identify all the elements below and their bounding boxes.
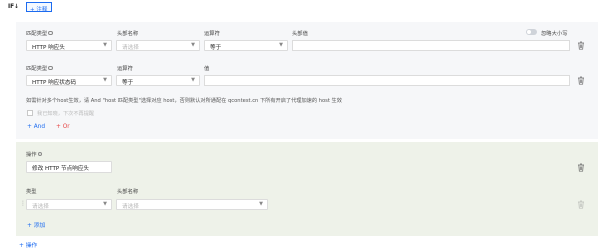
dont-remind-checkbox[interactable] — [27, 110, 33, 116]
match-type-value-1: HTTP 响应头 — [32, 44, 65, 51]
dont-remind-label: 我已知晓，下次不再提醒 — [37, 111, 95, 117]
header-value-input[interactable] — [292, 40, 570, 51]
match-type-select-2[interactable]: HTTP 响应状态码 ▼ — [26, 75, 112, 86]
operation-label: 操作 — [26, 150, 43, 158]
add-operation-button[interactable]: + 操作 — [19, 240, 37, 249]
action-header-name-label: 头部名称 — [117, 189, 139, 195]
operator-select-1[interactable]: 等于 ▼ — [204, 40, 288, 51]
chevron-down-icon: ▼ — [103, 201, 107, 207]
add-header-button[interactable]: + 添加 — [27, 220, 45, 229]
operation-value: 修改 HTTP 节点响应头 — [32, 165, 90, 172]
host-notice-text: 如需针对多个host生效，请 And "host 匹配类型"选择对应 host，… — [26, 98, 342, 104]
action-header-name-placeholder: 请选择 — [122, 203, 139, 210]
add-note-label: + 注释 — [30, 6, 48, 13]
operator-label-2: 运算符 — [117, 66, 133, 72]
header-name-placeholder-1: 请选择 — [122, 44, 139, 51]
header-name-label-1: 头部名称 — [117, 31, 139, 37]
match-type-select-1[interactable]: HTTP 响应头 ▼ — [26, 40, 112, 51]
action-panel — [16, 142, 598, 236]
type-placeholder: 请选择 — [32, 203, 49, 210]
type-label: 类型 — [26, 189, 37, 195]
add-or-button[interactable]: + Or — [56, 124, 70, 130]
info-icon — [37, 151, 43, 157]
match-type-label-1: 匹配类型 — [26, 29, 53, 37]
chevron-down-icon: ▼ — [103, 42, 107, 48]
operator-select-2[interactable]: 等于 ▼ — [116, 75, 200, 86]
operator-value-2: 等于 — [122, 79, 134, 86]
delete-header-row-trash-icon[interactable] — [577, 200, 585, 209]
chevron-down-icon: ▼ — [103, 77, 107, 83]
header-value-label: 头部值 — [292, 31, 308, 37]
type-select[interactable]: 请选择 ▼ — [26, 199, 112, 210]
case-toggle-label: 忽略大小写 — [541, 31, 568, 37]
value-label: 值 — [204, 66, 210, 72]
match-type-label-2: 匹配类型 — [26, 64, 53, 72]
info-icon — [48, 30, 53, 36]
value-input[interactable] — [204, 75, 570, 86]
toggle-knob — [527, 30, 531, 34]
if-label: IF↓ — [8, 4, 19, 10]
action-header-name-select[interactable]: 请选择 ▼ — [116, 199, 268, 210]
match-type-value-2: HTTP 响应状态码 — [32, 79, 77, 86]
chevron-down-icon: ▼ — [191, 42, 195, 48]
chevron-down-icon: ▼ — [191, 77, 195, 83]
if-badge: IF↓ — [8, 4, 19, 10]
chevron-down-icon: ▼ — [259, 201, 263, 207]
delete-condition-2-trash-icon[interactable] — [577, 76, 585, 85]
add-and-button[interactable]: + And — [27, 124, 45, 130]
info-icon — [48, 65, 53, 71]
delete-condition-1-trash-icon[interactable] — [577, 41, 585, 50]
add-note-button[interactable]: + 注释 — [26, 2, 52, 13]
case-insensitive-toggle[interactable] — [526, 29, 537, 35]
operator-value-1: 等于 — [210, 44, 222, 51]
operation-select[interactable]: 修改 HTTP 节点响应头 — [26, 161, 112, 173]
chevron-down-icon: ▼ — [279, 42, 283, 48]
delete-action-trash-icon[interactable] — [577, 163, 585, 172]
operator-label-1: 运算符 — [204, 31, 220, 37]
header-name-select-1[interactable]: 请选择 ▼ — [116, 40, 200, 51]
